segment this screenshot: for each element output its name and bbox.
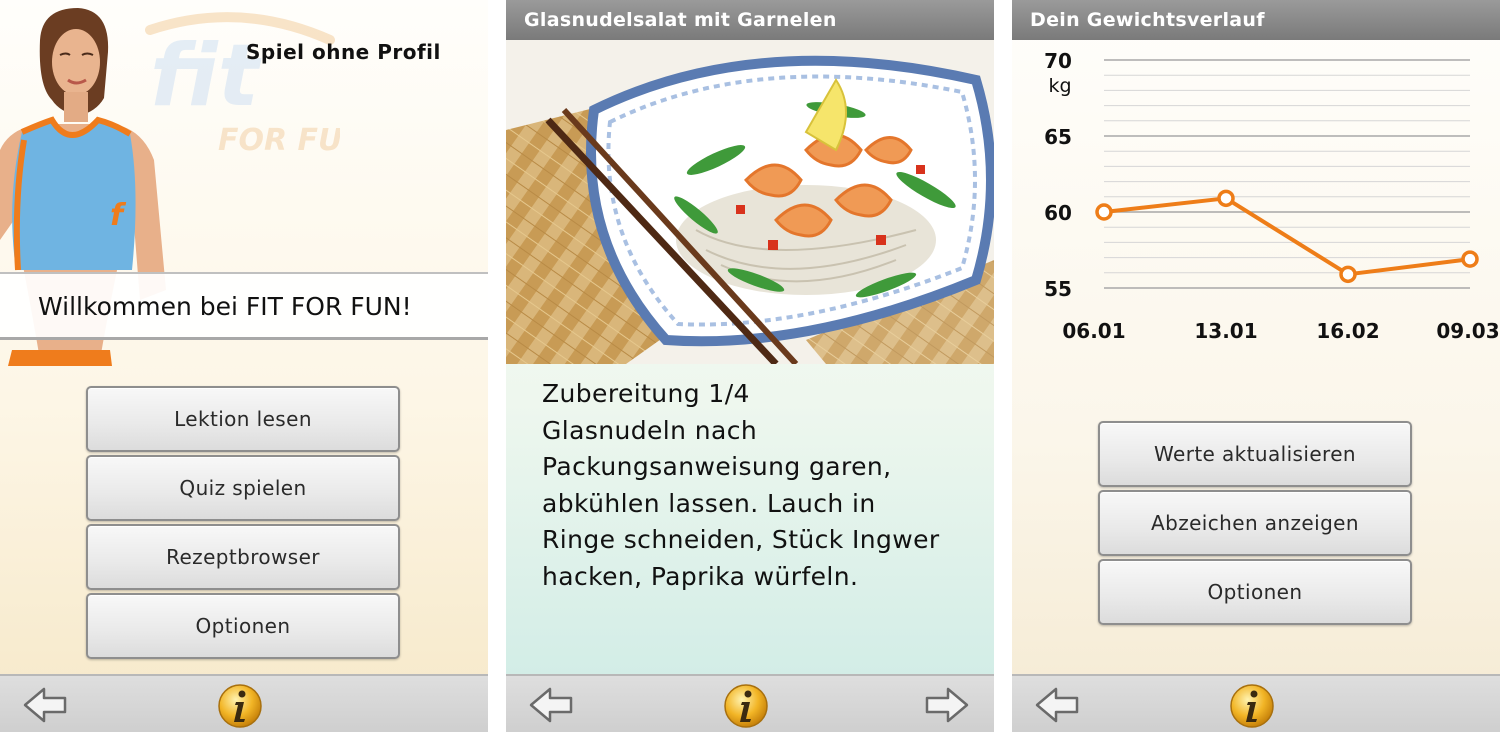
weight-series-line (1103, 196, 1471, 277)
recipe-title: Glasnudelsalat mit Garnelen (506, 0, 994, 40)
x-tick-label: 09.03 (1436, 319, 1499, 343)
x-tick-label: 06.01 (1062, 319, 1125, 343)
recipe-browser-button[interactable]: Rezeptbrowser (86, 524, 400, 590)
right-arrow-icon[interactable] (924, 686, 970, 724)
y-axis-unit-label: kg (1048, 75, 1071, 97)
recipe-screen: Glasnudelsalat mit Garnelen Zubereitung … (506, 0, 994, 732)
update-values-label: Werte aktualisieren (1153, 442, 1356, 466)
screen-divider (994, 0, 1012, 732)
welcome-banner: Willkommen bei FIT FOR FUN! (0, 272, 488, 340)
read-lesson-label: Lektion lesen (174, 407, 312, 431)
show-badges-label: Abzeichen anzeigen (1151, 511, 1359, 535)
info-icon[interactable] (723, 683, 769, 729)
left-arrow-icon[interactable] (22, 686, 68, 724)
recipe-instructions: Zubereitung 1/4 Glasnudeln nach Packungs… (542, 376, 982, 595)
recipe-browser-label: Rezeptbrowser (166, 545, 320, 569)
instruction-line: Ringe schneiden, Stück Ingwer (542, 525, 940, 554)
screen-divider (488, 0, 506, 732)
profile-label: Spiel ohne Profil (246, 40, 441, 64)
weight-history-title: Dein Gewichtsverlauf (1012, 0, 1500, 40)
weight-data-point (1339, 265, 1357, 284)
instruction-line: Glasnudeln nach (542, 415, 758, 445)
weight-data-point (1217, 189, 1235, 208)
options-button[interactable]: Optionen (86, 593, 400, 659)
instruction-line: hacken, Paprika würfeln. (542, 561, 859, 591)
options-label: Optionen (195, 614, 291, 638)
options-label: Optionen (1207, 580, 1303, 604)
x-tick-label: 16.02 (1316, 319, 1379, 343)
instruction-line: abkühlen lassen. Lauch in (542, 488, 876, 518)
y-tick-label: 70 (1044, 49, 1072, 73)
x-tick-label: 13.01 (1194, 319, 1257, 343)
info-icon[interactable] (217, 683, 263, 729)
main-menu-screen: fit FOR FUN f Spiel ohne Profil Willkomm… (0, 0, 488, 732)
instruction-line: Packungsanweisung garen, (542, 452, 892, 481)
weight-data-point (1461, 250, 1479, 268)
weight-line-chart: 55 60 65 70kg 06.01 13.01 16.02 09.03 (1044, 49, 1500, 343)
play-quiz-label: Quiz spielen (179, 476, 307, 500)
read-lesson-button[interactable]: Lektion lesen (86, 386, 400, 452)
bottom-nav-bar (0, 674, 488, 732)
info-icon[interactable] (1229, 683, 1275, 729)
bottom-nav-bar (1012, 674, 1500, 732)
y-tick-label: 55 (1044, 277, 1072, 301)
recipe-step-label: Zubereitung 1/4 (542, 379, 750, 408)
recipe-photo (506, 40, 994, 364)
left-arrow-icon[interactable] (1034, 686, 1080, 724)
weight-data-point (1095, 203, 1113, 221)
weight-history-screen: Dein Gewichtsverlauf 55 60 65 70 kg 06.01 13.0… (1012, 0, 1500, 732)
show-badges-button[interactable]: Abzeichen anzeigen (1098, 490, 1412, 556)
left-arrow-icon[interactable] (528, 686, 574, 724)
options-button[interactable]: Optionen (1098, 559, 1412, 625)
y-tick-label: 65 (1044, 125, 1072, 149)
play-quiz-button[interactable]: Quiz spielen (86, 455, 400, 521)
svg-text:FOR FUN: FOR FUN (218, 123, 340, 158)
update-values-button[interactable]: Werte aktualisieren (1098, 421, 1412, 487)
bottom-nav-bar (506, 674, 994, 732)
y-tick-label: 60 (1044, 201, 1072, 225)
